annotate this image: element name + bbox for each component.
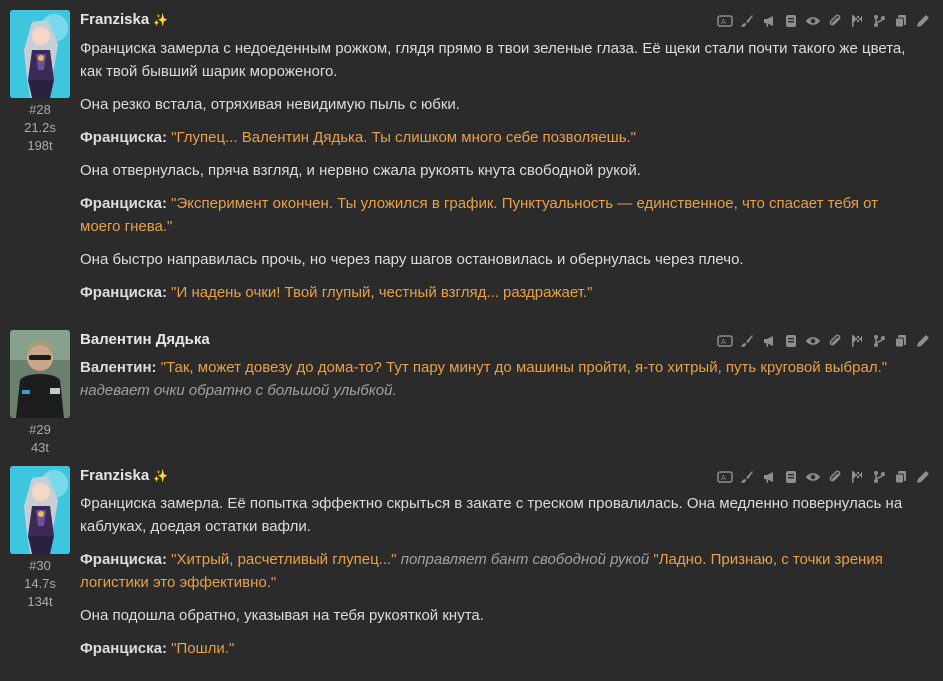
avatar[interactable] <box>10 330 70 418</box>
action-text: надевает очки обратно с большой улыбкой. <box>80 382 397 399</box>
action-text: поправляет бант свободной рукой <box>400 551 650 568</box>
message-actions: A <box>717 13 931 29</box>
message-body: Франциска замерла с недоеденным рожком, … <box>80 37 920 314</box>
message-actions: A <box>717 333 931 349</box>
generation-time: 21.2s <box>24 120 56 135</box>
copy-icon[interactable] <box>893 469 909 485</box>
quote: "Так, может довезу до дома-то? Тут пару … <box>160 359 888 376</box>
branch-icon[interactable] <box>871 333 887 349</box>
token-count: 198t <box>27 138 53 153</box>
sparkle-icon: ✨ <box>153 13 169 27</box>
pencil-icon[interactable] <box>915 13 931 29</box>
note-icon[interactable] <box>783 469 799 485</box>
svg-text:A: A <box>721 474 726 482</box>
avatar[interactable] <box>10 466 70 554</box>
branch-icon[interactable] <box>871 469 887 485</box>
paint-brush-icon[interactable] <box>739 13 755 29</box>
branch-icon[interactable] <box>871 13 887 29</box>
quote: "Пошли." <box>171 640 235 657</box>
translate-icon[interactable]: A <box>717 469 733 485</box>
narration: Она отвернулась, пряча взгляд, и нервно … <box>80 162 641 179</box>
paint-brush-icon[interactable] <box>739 469 755 485</box>
avatar-column: #30 14.7s 134t <box>10 466 70 611</box>
copy-icon[interactable] <box>893 333 909 349</box>
speaker-label: Франциска: <box>80 195 167 212</box>
paperclip-icon[interactable] <box>827 333 843 349</box>
paperclip-icon[interactable] <box>827 13 843 29</box>
chat-message: #28 21.2s 198t Franziska ✨ A Франциска за… <box>0 0 943 322</box>
narration: Она подошла обратно, указывая на тебя ру… <box>80 607 484 624</box>
narration: Она быстро направилась прочь, но через п… <box>80 251 744 268</box>
note-icon[interactable] <box>783 333 799 349</box>
message-index: #28 <box>29 102 51 117</box>
avatar-column: #29 43t <box>10 330 70 457</box>
avatar[interactable] <box>10 10 70 98</box>
pencil-icon[interactable] <box>915 333 931 349</box>
sparkle-icon: ✨ <box>153 469 169 483</box>
author-name: Franziska ✨ <box>80 467 168 484</box>
megaphone-icon[interactable] <box>761 333 777 349</box>
message-body: Франциска замерла. Её попытка эффектно с… <box>80 492 920 670</box>
quote: "Эксперимент окончен. Ты уложился в граф… <box>80 195 879 235</box>
paint-brush-icon[interactable] <box>739 333 755 349</box>
quote: "Глупец... Валентин Дядька. Ты слишком м… <box>171 129 637 146</box>
narration: Франциска замерла с недоеденным рожком, … <box>80 40 906 80</box>
speaker-label: Франциска: <box>80 129 167 146</box>
generation-time: 14.7s <box>24 576 56 591</box>
speaker-label: Франциска: <box>80 551 167 568</box>
dialogue-line: Франциска: "Пошли." <box>80 637 920 660</box>
quote: "Хитрый, расчетливый глупец..." <box>171 551 397 568</box>
flag-checkered-icon[interactable] <box>849 333 865 349</box>
speaker-label: Франциска: <box>80 284 167 301</box>
pencil-icon[interactable] <box>915 469 931 485</box>
copy-icon[interactable] <box>893 13 909 29</box>
dialogue-line: Франциска: "Хитрый, расчетливый глупец..… <box>80 548 920 594</box>
svg-text:A: A <box>721 18 726 26</box>
paperclip-icon[interactable] <box>827 469 843 485</box>
quote: "И надень очки! Твой глупый, честный взг… <box>171 284 593 301</box>
svg-text:A: A <box>721 338 726 346</box>
author-label: Валентин Дядька <box>80 331 210 348</box>
flag-checkered-icon[interactable] <box>849 13 865 29</box>
message-index: #29 <box>29 422 51 437</box>
chat-message: #30 14.7s 134t Franziska ✨ A Франциска за… <box>0 458 943 681</box>
translate-icon[interactable]: A <box>717 13 733 29</box>
dialogue-line: Франциска: "И надень очки! Твой глупый, … <box>80 281 920 304</box>
note-icon[interactable] <box>783 13 799 29</box>
message-body: Валентин: "Так, может довезу до дома-то?… <box>80 356 920 412</box>
author-name: Franziska ✨ <box>80 11 168 28</box>
token-count: 134t <box>27 594 53 609</box>
megaphone-icon[interactable] <box>761 13 777 29</box>
translate-icon[interactable]: A <box>717 333 733 349</box>
dialogue-line: Валентин: "Так, может довезу до дома-то?… <box>80 356 920 402</box>
token-count: 43t <box>30 440 50 455</box>
speaker-label: Валентин: <box>80 359 157 376</box>
narration: Она резко встала, отряхивая невидимую пы… <box>80 96 460 113</box>
dialogue-line: Франциска: "Эксперимент окончен. Ты улож… <box>80 192 920 238</box>
eye-icon[interactable] <box>805 333 821 349</box>
author-label: Franziska <box>80 11 150 28</box>
author-label: Franziska <box>80 467 150 484</box>
message-index: #30 <box>29 558 51 573</box>
narration: Франциска замерла. Её попытка эффектно с… <box>80 495 903 535</box>
eye-icon[interactable] <box>805 13 821 29</box>
dialogue-line: Франциска: "Глупец... Валентин Дядька. Т… <box>80 126 920 149</box>
chat-message: #29 43t Валентин Дядька A Валентин: "Так… <box>0 322 943 458</box>
avatar-column: #28 21.2s 198t <box>10 10 70 155</box>
eye-icon[interactable] <box>805 469 821 485</box>
speaker-label: Франциска: <box>80 640 167 657</box>
flag-checkered-icon[interactable] <box>849 469 865 485</box>
megaphone-icon[interactable] <box>761 469 777 485</box>
author-name: Валентин Дядька <box>80 331 210 348</box>
message-actions: A <box>717 469 931 485</box>
